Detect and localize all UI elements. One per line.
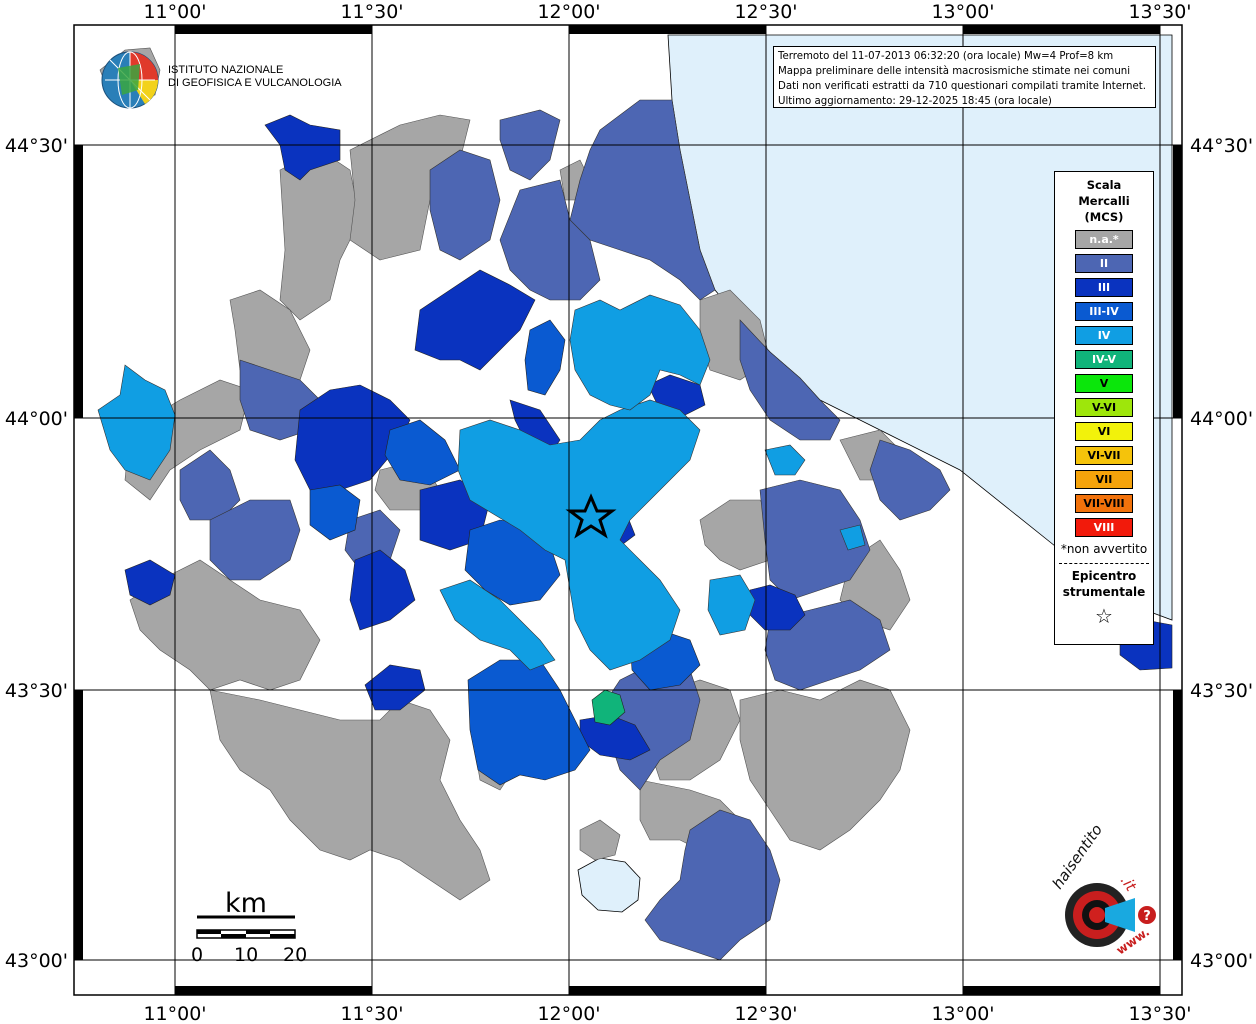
legend-title: Scala Mercalli (MCS)	[1055, 177, 1153, 225]
legend-item: VII-VIII	[1075, 494, 1133, 513]
legend-item: II	[1075, 254, 1133, 273]
legend-epicenter-line: Epicentro	[1071, 569, 1137, 583]
legend-item: n.a.*	[1075, 230, 1133, 249]
scale-tick: 10	[234, 944, 259, 966]
legend-item: VI-VII	[1075, 446, 1133, 465]
institute-line2: DI GEOFISICA E VULCANOLOGIA	[168, 77, 342, 89]
lon-bottom-label: 13°00'	[931, 1003, 994, 1024]
lat-right-label: 44°30'	[1190, 135, 1253, 157]
legend-item: VII	[1075, 470, 1133, 489]
info-line4: Ultimo aggiornamento: 29-12-2025 18:45 (…	[778, 96, 1052, 107]
legend-item: III-IV	[1075, 302, 1133, 321]
scale-tick: 0	[191, 944, 204, 966]
scale-unit: km	[225, 888, 267, 919]
legend-item: III	[1075, 278, 1133, 297]
legend-item: V-VI	[1075, 398, 1133, 417]
legend-mcs: Scala Mercalli (MCS) n.a.* II III III-IV IV I…	[1054, 171, 1154, 645]
lat-right-label: 43°00'	[1190, 950, 1253, 972]
svg-text:?: ?	[1143, 909, 1151, 924]
legend-title-line: Scala	[1086, 178, 1122, 192]
lon-top-label: 11°00'	[143, 1, 206, 23]
lat-left-label: 43°00'	[5, 950, 68, 972]
lon-top-label: 12°00'	[537, 1, 600, 23]
legend-item: VI	[1075, 422, 1133, 441]
lon-top-label: 13°00'	[931, 1, 994, 23]
lat-left-label: 44°30'	[5, 135, 68, 157]
institute-line1: ISTITUTO NAZIONALE	[168, 64, 284, 76]
lon-top-label: 12°30'	[734, 1, 797, 23]
lon-bottom-label: 11°00'	[143, 1003, 206, 1024]
lat-right-label: 43°30'	[1190, 680, 1253, 702]
legend-list: n.a.* II III III-IV IV IV-V V V-VI VI VI-VII VII VI…	[1055, 230, 1153, 537]
institute-name: ISTITUTO NAZIONALE DI GEOFISICA E VULCAN…	[168, 64, 342, 90]
lat-left-label: 44°00'	[5, 408, 68, 430]
ingv-logo-icon	[101, 51, 159, 109]
legend-item: IV-V	[1075, 350, 1133, 369]
info-line1: Terremoto del 11-07-2013 06:32:20 (ora l…	[778, 51, 1114, 62]
legend-title-line: Mercalli	[1078, 194, 1130, 208]
lat-right-label: 44°00'	[1190, 408, 1253, 430]
legend-epicenter: Epicentro strumentale	[1055, 568, 1153, 600]
lat-left-label: 43°30'	[5, 680, 68, 702]
star-icon: ☆	[1095, 604, 1113, 628]
event-info-box: Terremoto del 11-07-2013 06:32:20 (ora l…	[773, 46, 1156, 108]
lon-bottom-label: 13°30'	[1128, 1003, 1191, 1024]
lon-bottom-label: 12°00'	[537, 1003, 600, 1024]
lon-bottom-label: 11°30'	[340, 1003, 403, 1024]
info-line2: Mappa preliminare delle intensità macros…	[778, 66, 1131, 77]
legend-title-line: (MCS)	[1084, 210, 1124, 224]
legend-divider	[1059, 563, 1149, 564]
legend-epicenter-line: strumentale	[1062, 585, 1146, 599]
legend-item: VIII	[1075, 518, 1133, 537]
legend-item: V	[1075, 374, 1133, 393]
legend-item: IV	[1075, 326, 1133, 345]
lon-top-label: 11°30'	[340, 1, 403, 23]
lon-bottom-label: 12°30'	[734, 1003, 797, 1024]
lon-top-label: 13°30'	[1128, 1, 1191, 23]
legend-note: *non avvertito	[1060, 542, 1148, 556]
scale-tick: 20	[283, 944, 308, 966]
info-line3: Dati non verificati estratti da 710 ques…	[778, 81, 1146, 92]
